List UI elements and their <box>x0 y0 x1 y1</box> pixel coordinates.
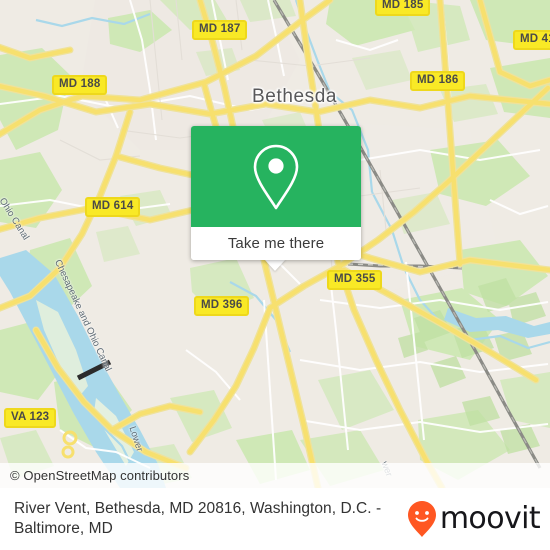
footer-content: River Vent, Bethesda, MD 20816, Washingt… <box>0 488 550 550</box>
shield-md-188[interactable]: MD 188 <box>52 75 108 95</box>
shield-md-186[interactable]: MD 186 <box>410 71 466 91</box>
shield-label: MD 41 <box>520 33 550 45</box>
shield-md-355[interactable]: MD 355 <box>327 270 383 290</box>
moovit-wordmark: moovit <box>439 501 541 536</box>
shield-label: MD 187 <box>199 23 241 35</box>
location-pin-icon <box>253 144 299 209</box>
shield-label: VA 123 <box>11 411 50 423</box>
footer-bar: River Vent, Bethesda, MD 20816, Washingt… <box>0 488 550 550</box>
shield-label: MD 396 <box>201 299 243 311</box>
osm-attribution-bar: © OpenStreetMap contributors <box>0 463 550 488</box>
moovit-brand[interactable]: moovit <box>407 500 541 538</box>
take-me-there-card[interactable]: Take me there <box>191 126 361 260</box>
popup-card-tail <box>264 259 286 271</box>
osm-attribution-text[interactable]: © OpenStreetMap contributors <box>0 468 189 483</box>
place-label-bethesda: Bethesda <box>252 86 337 108</box>
map-share-screen: MD 187 MD 185 MD 41 MD 188 MD 186 MD 614… <box>0 0 550 550</box>
shield-md-396[interactable]: MD 396 <box>194 296 250 316</box>
location-title: River Vent, Bethesda, MD 20816, Washingt… <box>14 500 382 537</box>
shield-md-187[interactable]: MD 187 <box>192 20 248 40</box>
shield-md-415[interactable]: MD 41 <box>513 30 550 50</box>
take-me-there-button[interactable]: Take me there <box>191 227 361 260</box>
shield-label: MD 355 <box>334 273 376 285</box>
shield-md-185[interactable]: MD 185 <box>375 0 431 16</box>
moovit-smiley-pin-logo <box>407 501 436 537</box>
take-me-there-label: Take me there <box>227 235 325 252</box>
shield-label: MD 186 <box>417 74 459 86</box>
shield-label: MD 614 <box>92 200 134 212</box>
shield-label: MD 185 <box>382 0 424 11</box>
shield-md-614[interactable]: MD 614 <box>85 197 141 217</box>
popup-card-header <box>191 126 361 227</box>
shield-va-123[interactable]: VA 123 <box>4 408 57 428</box>
shield-label: MD 188 <box>59 78 101 90</box>
place-label-text: Bethesda <box>252 86 338 107</box>
